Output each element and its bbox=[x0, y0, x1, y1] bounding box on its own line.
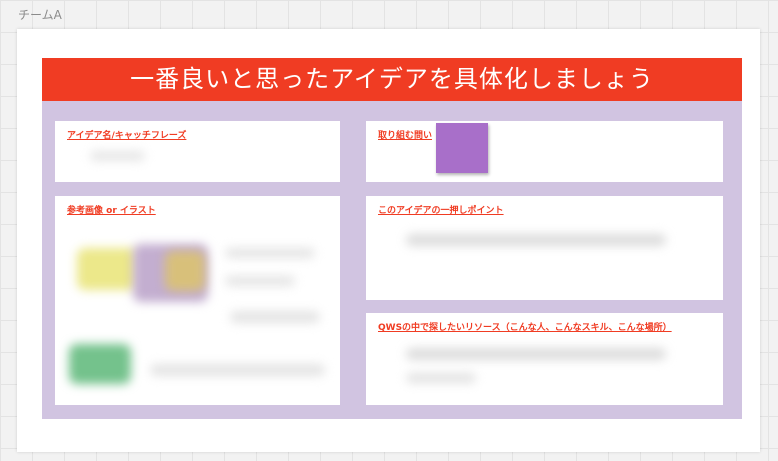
blurred-image[interactable] bbox=[69, 344, 131, 384]
idea-name-title: アイデア名/キャッチフレーズ bbox=[67, 131, 187, 141]
resources-title: QWSの中で探したいリソース（こんな人、こんなスキル、こんな場所） bbox=[378, 323, 672, 333]
blurred-text bbox=[406, 348, 666, 360]
blurred-text bbox=[406, 234, 666, 246]
blurred-text bbox=[150, 364, 325, 376]
blurred-image[interactable] bbox=[165, 251, 205, 291]
blurred-text bbox=[90, 151, 145, 161]
problem-card[interactable]: 取り組む問い bbox=[366, 121, 723, 182]
resources-card[interactable]: QWSの中で探したいリソース（こんな人、こんなスキル、こんな場所） bbox=[366, 313, 723, 405]
blurred-text bbox=[230, 311, 320, 323]
blurred-text bbox=[225, 248, 315, 258]
frame-label[interactable]: チームA bbox=[18, 6, 62, 23]
blurred-text bbox=[406, 373, 476, 383]
blurred-text bbox=[225, 276, 295, 286]
reference-title: 参考画像 or イラスト bbox=[67, 206, 156, 216]
idea-name-card[interactable]: アイデア名/キャッチフレーズ bbox=[55, 121, 340, 182]
selling-point-card[interactable]: このアイデアの一押しポイント bbox=[366, 196, 723, 300]
problem-title: 取り組む問い bbox=[378, 131, 433, 141]
sticky-note[interactable] bbox=[436, 123, 488, 173]
blurred-image[interactable] bbox=[77, 248, 137, 290]
banner-title[interactable]: 一番良いと思ったアイデアを具体化しましょう bbox=[42, 58, 742, 101]
selling-point-title: このアイデアの一押しポイント bbox=[378, 206, 504, 216]
reference-card[interactable]: 参考画像 or イラスト bbox=[55, 196, 340, 405]
